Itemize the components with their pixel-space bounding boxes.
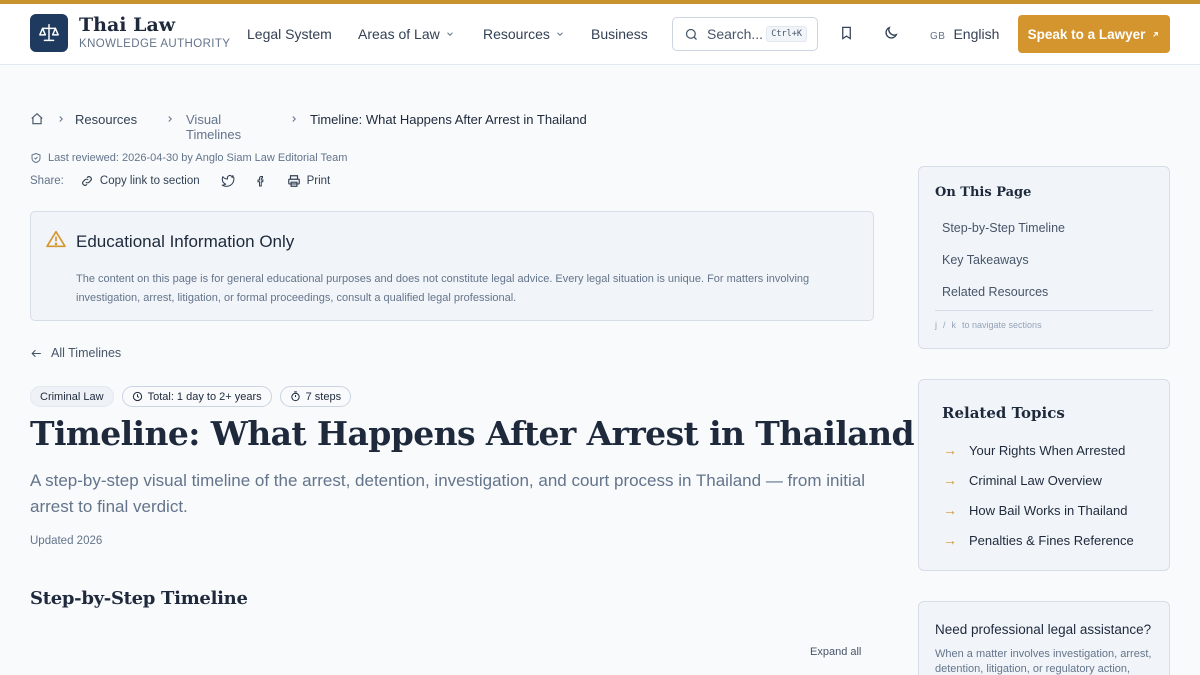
facebook-icon <box>257 176 264 187</box>
breadcrumb-resources[interactable]: Resources <box>75 112 137 127</box>
toc-divider <box>935 310 1153 311</box>
expand-all-button[interactable]: Expand all <box>810 646 861 658</box>
toc-item-related[interactable]: Related Resources <box>942 285 1048 299</box>
related-topics-panel: Related Topics → Your Rights When Arrest… <box>918 379 1170 571</box>
total-duration-label: Total: 1 day to 2+ years <box>147 390 262 403</box>
legal-help-panel: Need professional legal assistance? When… <box>918 601 1170 675</box>
scales-logo-icon[interactable] <box>30 14 68 52</box>
nav-legal-system[interactable]: Legal System <box>247 26 332 42</box>
bookmark-icon[interactable] <box>837 24 855 42</box>
arrow-right-icon: → <box>943 442 957 458</box>
toc-item-timeline[interactable]: Step-by-Step Timeline <box>942 221 1065 235</box>
chevron-right-icon <box>168 116 172 122</box>
share-bar: Share: Copy link to section Print <box>30 174 350 188</box>
twitter-icon <box>221 175 235 187</box>
moon-icon[interactable] <box>882 24 900 42</box>
related-topic-label: Your Rights When Arrested <box>969 442 1126 458</box>
brand-subtitle: KNOWLEDGE AUTHORITY <box>79 38 231 50</box>
updated-date: Updated 2026 <box>30 535 103 547</box>
arrow-right-icon: → <box>943 502 957 518</box>
notice-body: The content on this page is for general … <box>76 273 810 304</box>
page-title: Timeline: What Happens After Arrest in T… <box>30 414 915 453</box>
clock-icon <box>132 391 142 402</box>
facebook-share-button[interactable] <box>255 174 267 188</box>
language-label: English <box>953 26 1000 42</box>
toc-keyboard-hint: j / k to navigate sections <box>935 320 1042 330</box>
link-icon <box>82 176 92 186</box>
speak-to-lawyer-button[interactable]: Speak to a Lawyer <box>1018 15 1170 53</box>
nav-business-label: Business <box>591 26 648 42</box>
print-label: Print <box>306 175 331 187</box>
search-icon <box>685 28 697 40</box>
copy-link-button[interactable]: Copy link to section <box>80 174 200 188</box>
nav-areas-of-law[interactable]: Areas of Law <box>358 26 455 42</box>
nav-resources-label: Resources <box>483 26 550 42</box>
printer-icon <box>287 175 300 187</box>
breadcrumb-visual-timelines[interactable]: Visual Timelines <box>186 112 241 142</box>
related-topic-label: Criminal Law Overview <box>969 472 1102 488</box>
related-topic-label: Penalties & Fines Reference <box>969 532 1134 548</box>
arrow-up-right-icon <box>1153 31 1159 37</box>
all-timelines-link[interactable]: All Timelines <box>30 346 121 360</box>
related-topic-bail[interactable]: → How Bail Works in Thailand <box>943 502 1127 518</box>
related-title: Related Topics <box>942 404 1065 422</box>
timer-icon <box>290 391 300 402</box>
related-topic-label: How Bail Works in Thailand <box>969 502 1128 518</box>
toc-title: On This Page <box>935 185 1032 200</box>
hint-key-k: k <box>951 320 957 330</box>
arrow-left-icon <box>31 349 41 357</box>
chevron-down-icon <box>446 32 453 36</box>
chevron-right-icon <box>292 116 296 122</box>
home-icon[interactable] <box>30 112 44 126</box>
educational-notice: Educational Information Only The content… <box>30 211 874 321</box>
nav-legal-system-label: Legal System <box>247 26 332 42</box>
arrow-right-icon: → <box>943 472 957 488</box>
help-title: Need professional legal assistance? <box>935 622 1152 637</box>
section-title: Step-by-Step Timeline <box>30 588 248 609</box>
warning-icon <box>46 230 66 248</box>
category-tag[interactable]: Criminal Law <box>30 386 114 407</box>
shield-check-icon <box>31 152 41 164</box>
hint-separator: / <box>943 320 946 330</box>
notice-title: Educational Information Only <box>76 232 295 251</box>
chevron-down-icon <box>557 32 563 36</box>
cta-label: Speak to a Lawyer <box>1027 26 1146 42</box>
brand-title[interactable]: Thai Law <box>79 14 175 36</box>
steps-count-tag: 7 steps <box>279 386 352 407</box>
tag-row: Criminal Law Total: 1 day to 2+ years 7 … <box>30 386 352 407</box>
search-shortcut: Ctrl+K <box>766 26 807 42</box>
hint-text: to navigate sections <box>962 320 1042 330</box>
nav-business[interactable]: Business <box>591 26 648 42</box>
twitter-share-button[interactable] <box>220 174 235 188</box>
all-timelines-label: All Timelines <box>51 346 122 360</box>
nav-resources[interactable]: Resources <box>483 26 565 42</box>
hint-key-j: j <box>935 320 937 330</box>
total-duration-tag: Total: 1 day to 2+ years <box>121 386 272 407</box>
related-topic-penalties[interactable]: → Penalties & Fines Reference <box>943 532 1134 548</box>
last-reviewed-text: Last reviewed: 2026-04-30 by Anglo Siam … <box>48 152 348 164</box>
print-button[interactable]: Print <box>287 174 331 188</box>
page-lede: A step-by-step visual timeline of the ar… <box>30 471 866 516</box>
arrow-right-icon: → <box>943 532 957 548</box>
site-header: Thai Law KNOWLEDGE AUTHORITY Legal Syste… <box>0 4 1200 65</box>
toc-item-takeaways[interactable]: Key Takeaways <box>942 253 1029 267</box>
chevron-right-icon <box>59 116 63 122</box>
nav-areas-of-law-label: Areas of Law <box>358 26 440 42</box>
related-topic-criminal-law[interactable]: → Criminal Law Overview <box>943 472 1102 488</box>
last-reviewed: Last reviewed: 2026-04-30 by Anglo Siam … <box>30 152 347 164</box>
breadcrumb-current: Timeline: What Happens After Arrest in T… <box>310 112 587 127</box>
search-input[interactable]: Search... Ctrl+K <box>672 17 818 51</box>
search-placeholder: Search... <box>707 26 764 42</box>
flag-icon: GB <box>930 31 946 42</box>
steps-count-label: 7 steps <box>305 390 342 403</box>
language-selector[interactable]: GB English <box>930 26 999 42</box>
copy-link-label: Copy link to section <box>99 175 200 187</box>
help-body: When a matter involves investigation, ar… <box>935 648 1152 675</box>
share-label: Share: <box>30 175 64 187</box>
on-this-page-panel: On This Page Step-by-Step Timeline Key T… <box>918 166 1170 349</box>
related-topic-rights[interactable]: → Your Rights When Arrested <box>943 442 1125 458</box>
